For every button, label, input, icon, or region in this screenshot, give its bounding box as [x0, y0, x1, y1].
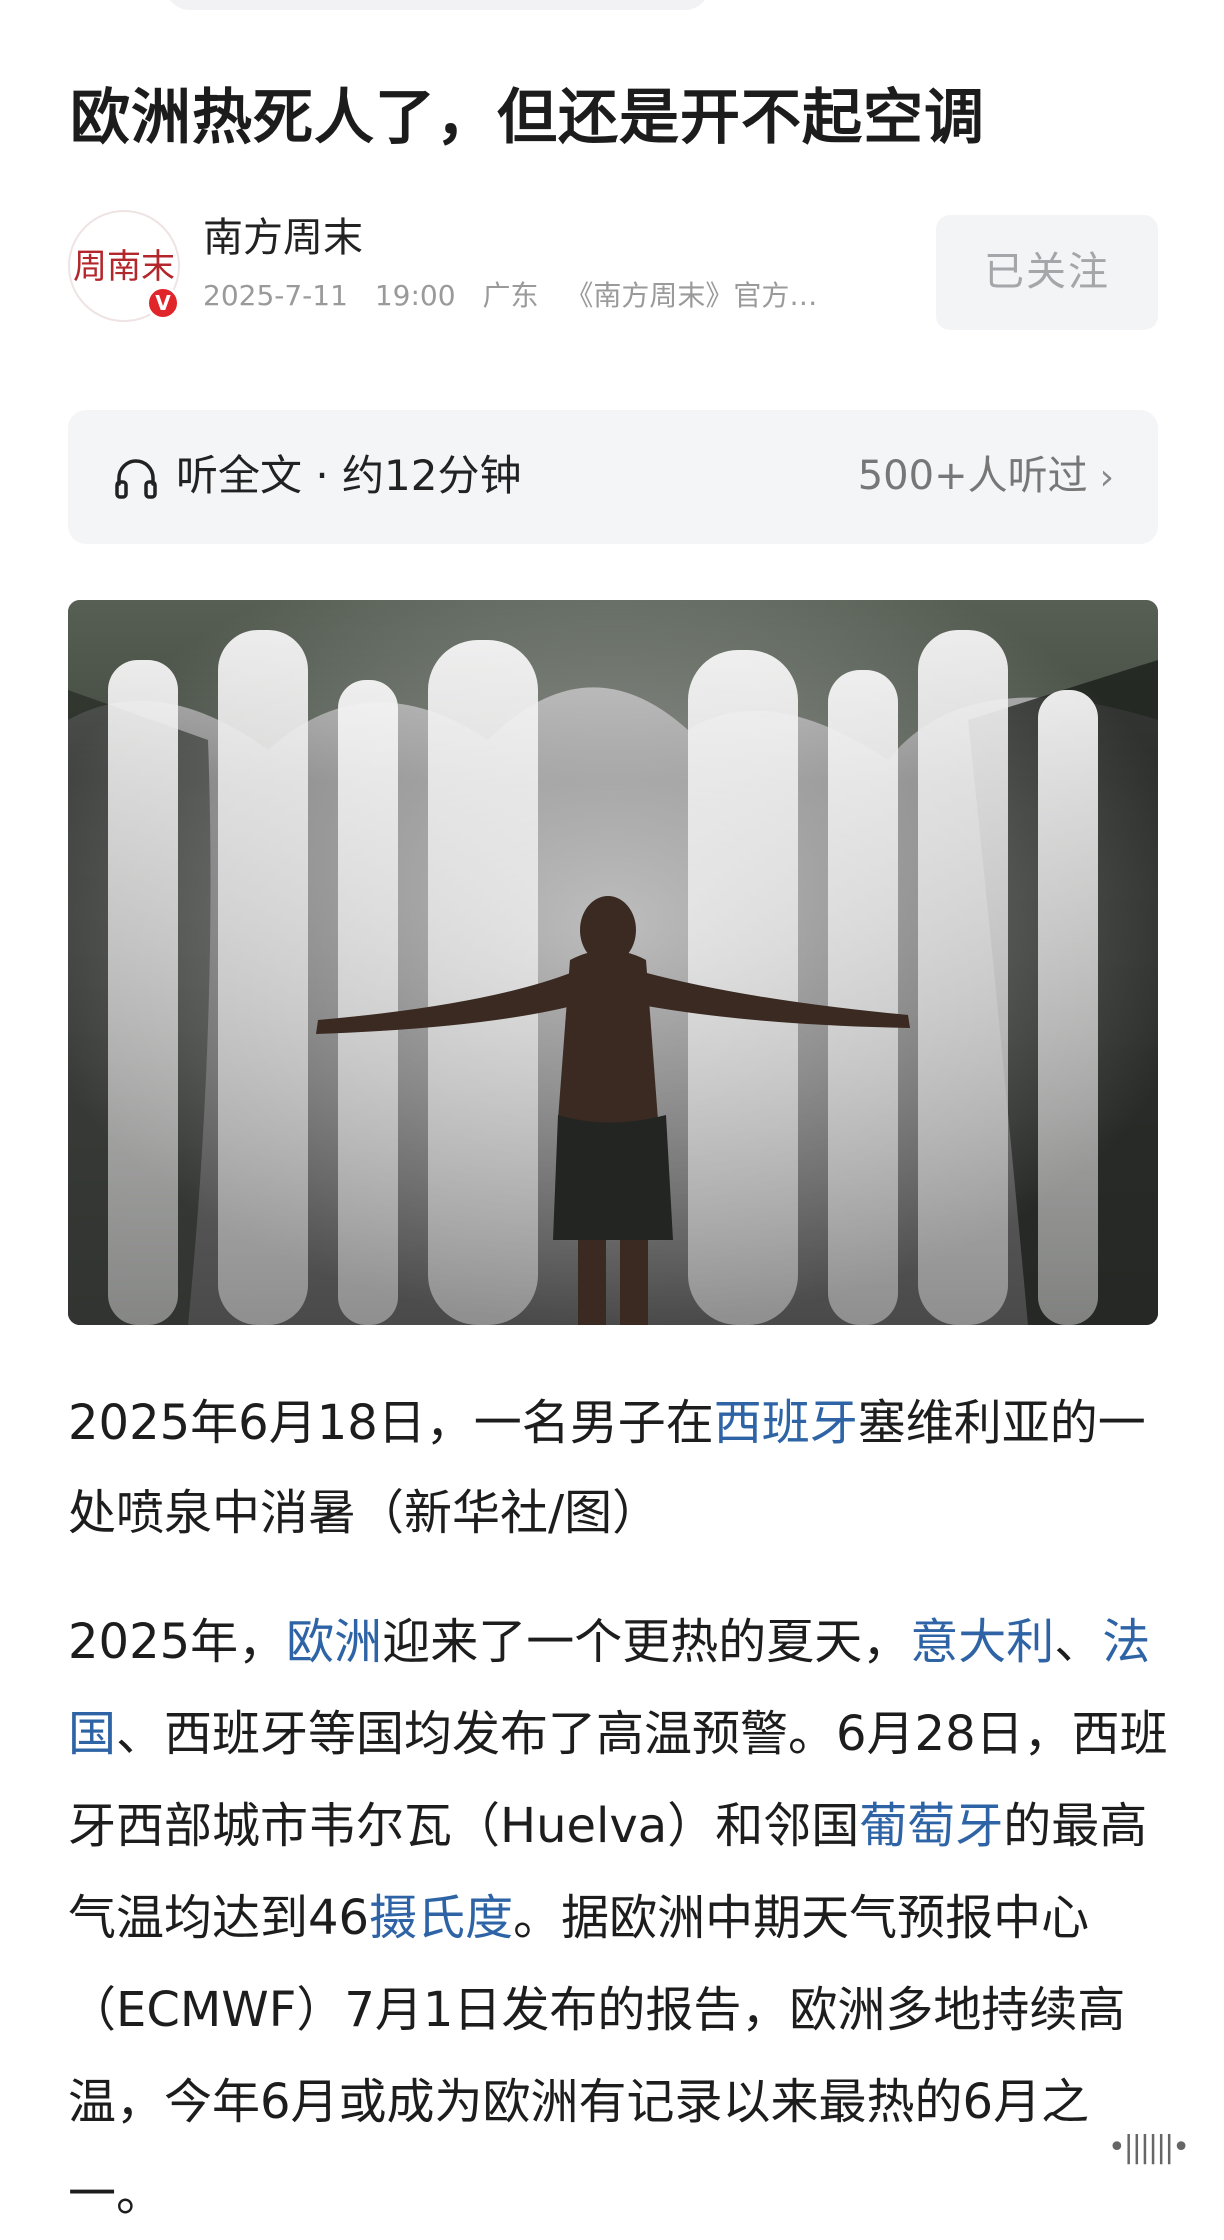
top-search-pill[interactable] — [165, 0, 710, 10]
link-europe[interactable]: 欧洲 — [286, 1614, 382, 1670]
headphones-icon — [115, 459, 157, 499]
author-meta: 2025-7-11 19:00 广东 《南方周末》官方… — [203, 276, 893, 316]
body-text-3: 、 — [1054, 1614, 1103, 1670]
caption-text-1: 2025年6月18日，一名男子在 — [68, 1395, 714, 1451]
hero-photo[interactable] — [68, 600, 1158, 1325]
follow-button[interactable]: 已关注 — [936, 215, 1158, 330]
author-description: 《南方周末》官方… — [565, 279, 818, 312]
listen-label: 听全文 · 约12分钟 — [176, 451, 522, 500]
listener-count[interactable]: 500+人听过 › — [858, 444, 1114, 510]
author-row: 周南末 V 南方周末 2025-7-11 19:00 广东 《南方周末》官方… … — [68, 210, 1158, 330]
publish-time: 19:00 — [374, 279, 456, 312]
listener-count-text: 500+人听过 — [857, 453, 1088, 499]
link-celsius[interactable]: 摄氏度 — [369, 1890, 513, 1946]
verified-badge: V — [146, 286, 180, 320]
body-text-2: 迎来了一个更热的夏天， — [382, 1614, 911, 1670]
link-italy[interactable]: 意大利 — [910, 1614, 1054, 1670]
publish-date: 2025-7-11 — [203, 279, 348, 312]
publish-location: 广东 — [482, 279, 539, 312]
chevron-right-icon: › — [1099, 457, 1114, 498]
link-portugal[interactable]: 葡萄牙 — [859, 1798, 1003, 1854]
photo-caption: 2025年6月18日，一名男子在西班牙塞维利亚的一处喷泉中消暑（新华社/图） — [68, 1378, 1178, 1558]
photo-man-in-fountain — [68, 600, 1158, 1325]
listen-full-text-bar[interactable]: 听全文 · 约12分钟 500+人听过 › — [68, 410, 1158, 544]
read-progress-icon: •||||||• — [1107, 2130, 1190, 2165]
article-title: 欧洲热死人了，但还是开不起空调 — [70, 83, 985, 153]
link-spain[interactable]: 西班牙 — [714, 1395, 858, 1451]
body-text-1: 2025年， — [68, 1614, 287, 1670]
article-paragraph: 2025年，欧洲迎来了一个更热的夏天，意大利、法国、西班牙等国均发布了高温预警。… — [68, 1596, 1178, 2240]
avatar-text: 周南末 — [73, 247, 175, 287]
author-name[interactable]: 南方周末 — [203, 210, 363, 266]
